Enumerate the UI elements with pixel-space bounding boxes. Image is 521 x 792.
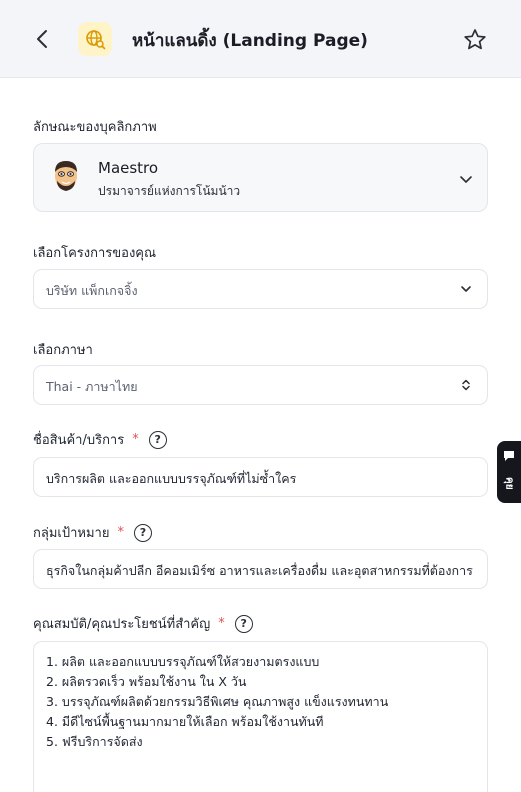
avatar xyxy=(55,161,77,191)
chat-bubble-icon xyxy=(504,451,514,461)
benefits-label: คุณสมบัติ/คุณประโยชน์ที่สำคัญ xyxy=(33,617,211,632)
star-icon[interactable] xyxy=(462,27,488,53)
chevron-up-down-icon xyxy=(462,379,470,391)
benefit-line: 2. ผลิตรวดเร็ว พร้อมใช้งาน ใน X วัน xyxy=(46,674,247,689)
audience-label-row: กลุ่มเป้าหมาย * ? xyxy=(33,522,152,543)
product-label: ชื่อสินค้า/บริการ xyxy=(33,433,125,448)
benefit-line: 4. มีดีไซน์พื้นฐานมากมายให้เลือก พร้อมใช… xyxy=(46,714,324,729)
help-icon[interactable]: ? xyxy=(148,430,167,449)
persona-label: ลักษณะของบุคลิกภาพ xyxy=(33,120,157,135)
persona-select[interactable]: Maestro ปรมาจารย์แห่งการโน้มน้าว xyxy=(33,143,488,212)
target-audience-input[interactable]: ธุรกิจในกลุ่มค้าปลีก อีคอมเมิร์ซ อาหารแล… xyxy=(33,549,488,589)
benefits-textarea[interactable]: 1. ผลิต และออกแบบบรรจุภัณฑ์ให้สวยงามตรงแ… xyxy=(33,641,488,792)
product-name-input[interactable]: บริการผลิต และออกแบบบรรจุภัณฑ์ที่ไม่ซ้ำใ… xyxy=(33,457,488,497)
language-select-value: Thai - ภาษาไทย xyxy=(46,379,138,394)
benefits-label-row: คุณสมบัติ/คุณประโยชน์ที่สำคัญ * ? xyxy=(33,613,253,634)
product-label-row: ชื่อสินค้า/บริการ * ? xyxy=(33,429,167,450)
top-bar: หน้าแลนดิ้ง (Landing Page) xyxy=(0,0,521,78)
target-audience-value: ธุรกิจในกลุ่มค้าปลีก อีคอมเมิร์ซ อาหารแล… xyxy=(46,563,473,578)
product-name-value: บริการผลิต และออกแบบบรรจุภัณฑ์ที่ไม่ซ้ำใ… xyxy=(46,471,297,486)
required-mark: * xyxy=(117,525,124,540)
audience-label: กลุ่มเป้าหมาย xyxy=(33,526,110,541)
globe-search-icon xyxy=(86,30,106,50)
chevron-down-icon xyxy=(461,286,471,292)
app-icon xyxy=(78,22,112,56)
project-select[interactable]: บริษัท แพ็กเกจจิ้ง xyxy=(33,269,488,309)
benefit-line: 5. ฟรีบริการจัดส่ง xyxy=(46,734,143,749)
benefits-lines: 1. ผลิต และออกแบบบรรจุภัณฑ์ให้สวยงามตรงแ… xyxy=(46,652,388,752)
page-title: หน้าแลนดิ้ง (Landing Page) xyxy=(132,31,368,51)
language-select[interactable]: Thai - ภาษาไทย xyxy=(33,365,488,405)
benefit-line: 1. ผลิต และออกแบบบรรจุภัณฑ์ให้สวยงามตรงแ… xyxy=(46,654,320,669)
language-label: เลือกภาษา xyxy=(33,343,93,358)
project-label: เลือกโครงการของคุณ xyxy=(33,246,157,261)
benefit-line: 3. บรรจุภัณฑ์ผลิตด้วยกรรมวิธีพิเศษ คุณภา… xyxy=(46,694,389,709)
chevron-down-icon xyxy=(460,176,472,183)
persona-subtitle: ปรมาจารย์แห่งการโน้มน้าว xyxy=(98,184,241,198)
feedback-tab[interactable]: คุย xyxy=(497,441,521,503)
required-mark: * xyxy=(132,432,139,447)
help-icon[interactable]: ? xyxy=(133,523,152,542)
back-arrow-icon[interactable] xyxy=(30,26,56,52)
feedback-label: คุย xyxy=(503,476,515,490)
project-select-value: บริษัท แพ็กเกจจิ้ง xyxy=(46,283,138,298)
required-mark: * xyxy=(218,616,225,631)
persona-name: Maestro xyxy=(98,159,159,177)
help-icon[interactable]: ? xyxy=(234,614,253,633)
